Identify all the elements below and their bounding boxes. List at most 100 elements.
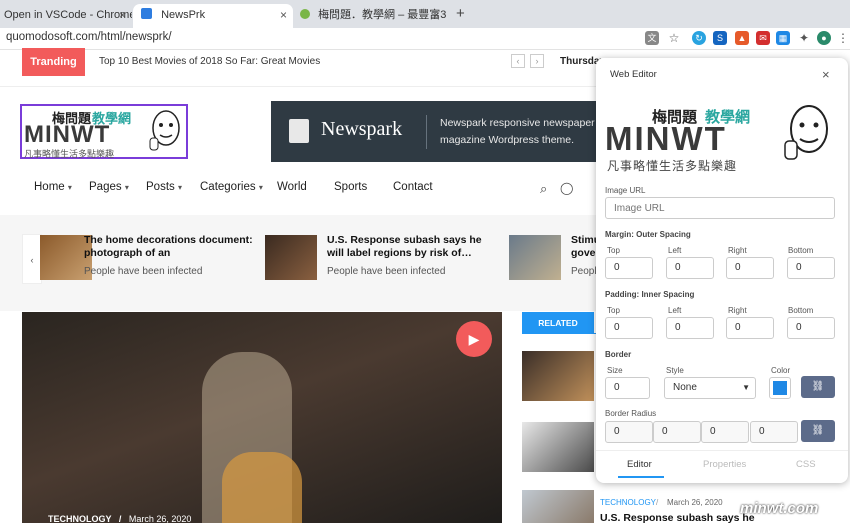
close-tab-icon[interactable]: × bbox=[433, 4, 440, 26]
padding-right-input[interactable]: 0 bbox=[726, 317, 774, 339]
margin-bottom-input[interactable]: 0 bbox=[787, 257, 835, 279]
border-radius-label: Border Radius bbox=[605, 409, 657, 418]
newspark-banner[interactable]: Newspark Newspark responsive newspaper m… bbox=[271, 101, 601, 162]
header-divider bbox=[0, 86, 600, 87]
chevron-down-icon: ▾ bbox=[124, 183, 129, 192]
tabs-divider bbox=[596, 450, 848, 451]
border-color-picker[interactable] bbox=[769, 377, 791, 399]
translate-icon[interactable]: 文 bbox=[645, 31, 659, 45]
padding-label: Padding: Inner Spacing bbox=[605, 290, 695, 299]
margin-bottom-label: Bottom bbox=[788, 246, 814, 255]
nav-sports[interactable]: Sports bbox=[334, 181, 367, 193]
nav-contact[interactable]: Contact bbox=[393, 181, 433, 193]
padding-top-label: Top bbox=[607, 306, 620, 315]
logo-text-sub: 凡事略懂生活多點樂趣 bbox=[24, 149, 115, 159]
newspaper-icon bbox=[289, 119, 309, 143]
news-card-excerpt: People have been infected bbox=[84, 266, 203, 277]
trending-ticker-text[interactable]: Top 10 Best Movies of 2018 So Far: Great… bbox=[99, 56, 320, 67]
carousel-prev-button[interactable]: ‹ bbox=[22, 234, 42, 284]
tab-properties[interactable]: Properties bbox=[703, 459, 746, 470]
margin-top-input[interactable]: 0 bbox=[605, 257, 653, 279]
tab-minwt[interactable]: 梅問題．教學網 – 最豐富3C、攝 × bbox=[296, 4, 446, 28]
web-editor-panel: Web Editor × 梅問題 教學網 MINWT 凡事略懂生活多點樂趣 Im… bbox=[596, 58, 848, 483]
nav-home[interactable]: Home ▾ bbox=[34, 181, 72, 193]
tab-vscode[interactable]: Open in VSCode - Chrome 線上 × bbox=[0, 4, 132, 28]
link-radius-button[interactable]: ⛓ bbox=[801, 420, 835, 442]
related-thumbnail[interactable] bbox=[522, 351, 594, 401]
browser-menu-icon[interactable]: ⋮ bbox=[836, 31, 850, 45]
margin-left-input[interactable]: 0 bbox=[666, 257, 714, 279]
nav-world[interactable]: World bbox=[277, 181, 307, 193]
banner-tagline-2: magazine Wordpress theme. bbox=[440, 134, 575, 146]
bookmark-star-icon[interactable]: ☆ bbox=[667, 31, 681, 45]
margin-right-input[interactable]: 0 bbox=[726, 257, 774, 279]
close-tab-icon[interactable]: × bbox=[280, 4, 287, 26]
preview-logo-sub: 凡事略懂生活多點樂趣 bbox=[607, 159, 738, 173]
tab-css[interactable]: CSS bbox=[796, 459, 816, 470]
related-date: March 26, 2020 bbox=[667, 498, 723, 507]
user-icon[interactable]: ◯ bbox=[560, 181, 573, 195]
radius-top-right-input[interactable]: 0 bbox=[653, 421, 701, 443]
link-values-button[interactable]: ⛓ bbox=[801, 376, 835, 398]
active-tab-indicator bbox=[618, 476, 664, 478]
padding-bottom-input[interactable]: 0 bbox=[787, 317, 835, 339]
play-video-button[interactable]: ▶ bbox=[456, 321, 492, 357]
related-tab[interactable]: RELATED bbox=[522, 312, 594, 334]
mascot-icon bbox=[149, 110, 180, 151]
extension-refresh-icon[interactable]: ↻ bbox=[692, 31, 706, 45]
nav-posts[interactable]: Posts ▾ bbox=[146, 181, 182, 193]
watermark-text: minwt.com bbox=[740, 500, 819, 517]
radius-bottom-left-input[interactable]: 0 bbox=[750, 421, 798, 443]
border-size-label: Size bbox=[607, 366, 623, 375]
nav-pages[interactable]: Pages ▾ bbox=[89, 181, 129, 193]
radius-top-left-input[interactable]: 0 bbox=[605, 421, 653, 443]
border-color-label: Color bbox=[771, 366, 791, 375]
related-meta-separator: / bbox=[656, 498, 659, 507]
tab-editor[interactable]: Editor bbox=[627, 459, 652, 470]
preview-logo-main: MINWT bbox=[605, 120, 727, 157]
hero-image[interactable] bbox=[22, 312, 502, 523]
extension-image-icon[interactable]: ▦ bbox=[776, 31, 790, 45]
site-favicon-icon bbox=[300, 9, 310, 19]
border-style-label: Style bbox=[666, 366, 684, 375]
banner-tagline-1: Newspark responsive newspaper bbox=[440, 117, 595, 129]
extensions-puzzle-icon[interactable]: ✦ bbox=[797, 31, 811, 45]
border-color-swatch bbox=[773, 381, 787, 395]
tab-label: Open in VSCode - Chrome 線上 bbox=[4, 9, 132, 21]
profile-avatar-icon[interactable]: ● bbox=[817, 31, 831, 45]
image-url-input[interactable] bbox=[605, 197, 835, 219]
news-card-thumbnail bbox=[509, 235, 561, 280]
padding-top-input[interactable]: 0 bbox=[605, 317, 653, 339]
ticker-prev-button[interactable]: ‹ bbox=[511, 54, 525, 68]
ticker-next-button[interactable]: › bbox=[530, 54, 544, 68]
site-logo[interactable]: 梅問題 教學網 MINWT 凡事略懂生活多點樂趣 bbox=[20, 104, 188, 159]
extension-lock-icon[interactable]: ▲ bbox=[735, 31, 749, 45]
radius-bottom-right-input[interactable]: 0 bbox=[701, 421, 749, 443]
tab-label: NewsPrk bbox=[161, 9, 206, 21]
related-thumbnail[interactable] bbox=[522, 422, 594, 472]
border-style-select[interactable]: None ▼ bbox=[664, 377, 756, 399]
news-card-thumbnail bbox=[265, 235, 317, 280]
extension-mail-icon[interactable]: ✉ bbox=[756, 31, 770, 45]
padding-left-input[interactable]: 0 bbox=[666, 317, 714, 339]
margin-label: Margin: Outer Spacing bbox=[605, 230, 691, 239]
chevron-down-icon: ▾ bbox=[177, 183, 182, 192]
url-field[interactable]: quomodosoft.com/html/newsprk/ bbox=[6, 31, 172, 43]
search-icon[interactable]: ⌕ bbox=[540, 181, 547, 197]
new-tab-button[interactable]: + bbox=[456, 5, 465, 22]
nav-categories[interactable]: Categories ▾ bbox=[200, 181, 263, 193]
border-size-input[interactable]: 0 bbox=[605, 377, 650, 399]
related-title[interactable]: U.S. Response subash says he bbox=[600, 512, 755, 524]
news-card-title: The home decorations document: photograp… bbox=[84, 234, 253, 259]
logo-text-main: MINWT bbox=[24, 121, 111, 148]
tab-newsprk[interactable]: NewsPrk × bbox=[133, 4, 293, 28]
extension-s-icon[interactable]: S bbox=[713, 31, 727, 45]
close-icon[interactable]: × bbox=[822, 67, 830, 82]
close-tab-icon[interactable]: × bbox=[119, 4, 126, 26]
related-category[interactable]: TECHNOLOGY bbox=[600, 498, 656, 507]
chevron-down-icon: ▼ bbox=[742, 383, 750, 392]
chevron-down-icon: ▾ bbox=[67, 183, 72, 192]
padding-bottom-label: Bottom bbox=[788, 306, 814, 315]
related-thumbnail[interactable] bbox=[522, 490, 594, 523]
link-icon: ⛓ bbox=[811, 381, 825, 392]
